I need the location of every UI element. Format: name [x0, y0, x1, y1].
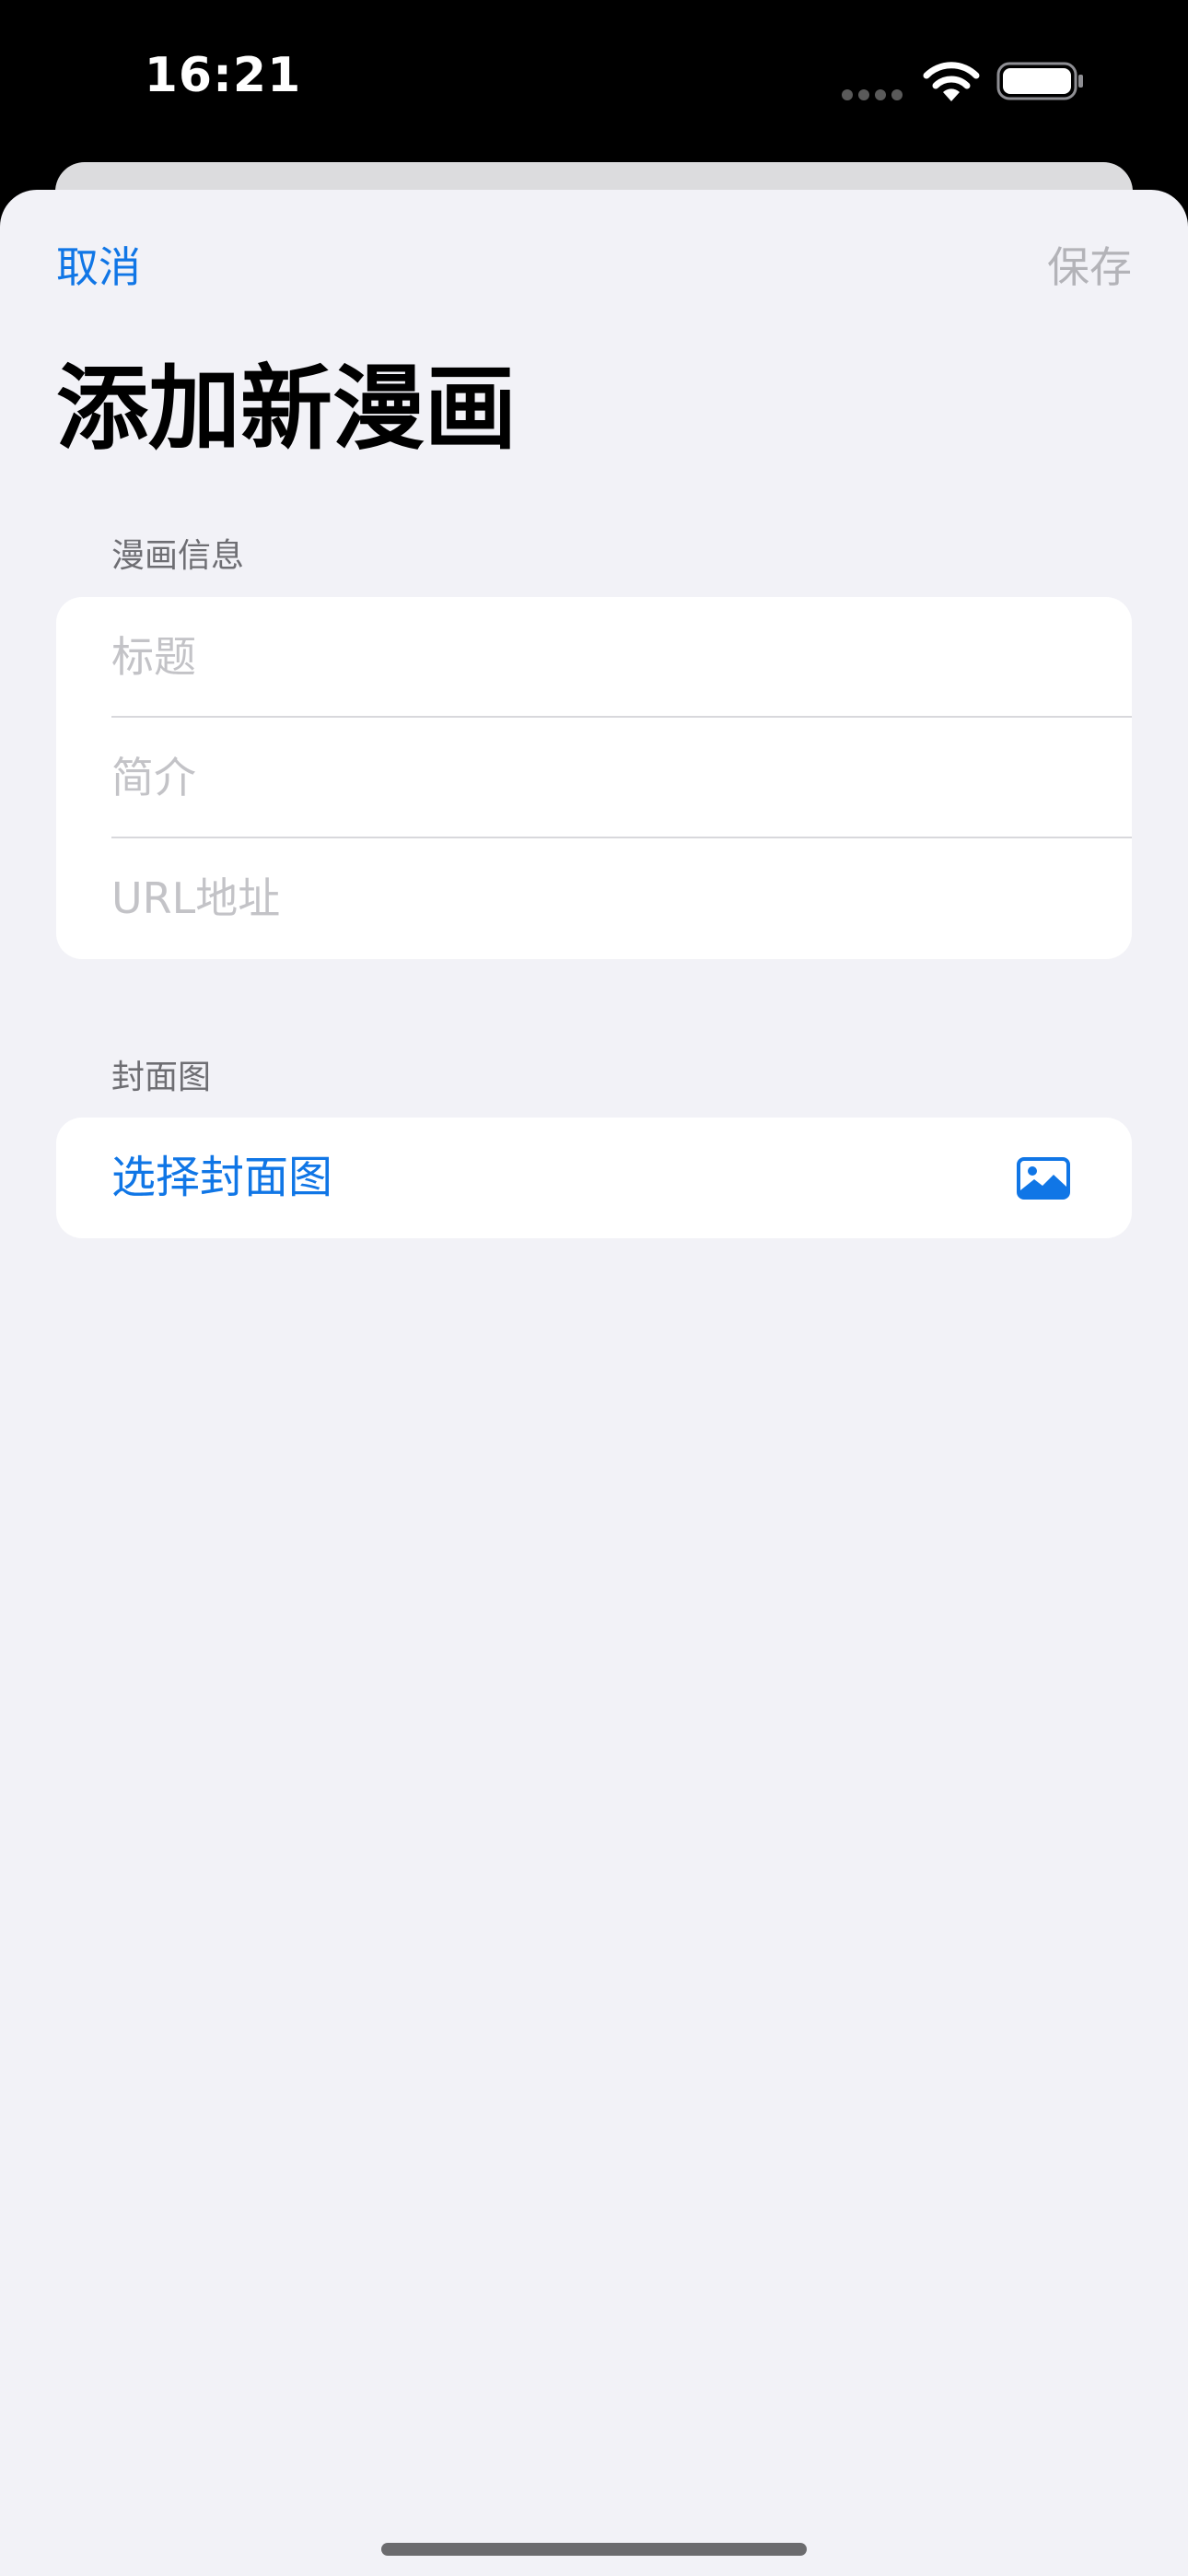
wifi-icon — [923, 62, 980, 101]
description-row[interactable]: 简介 — [56, 718, 1132, 838]
page-title: 添加新漫画 — [56, 355, 517, 463]
section-header-comic-info: 漫画信息 — [111, 537, 245, 575]
cellular-signal-icon — [842, 87, 908, 104]
save-button[interactable]: 保存 — [1047, 238, 1132, 297]
home-indicator[interactable] — [381, 2543, 807, 2556]
url-field[interactable]: URL地址 — [111, 838, 280, 959]
photo-icon — [1017, 1157, 1070, 1200]
choose-cover-button[interactable]: 选择封面图 — [56, 1118, 1132, 1238]
choose-cover-label: 选择封面图 — [111, 1152, 333, 1203]
cancel-button[interactable]: 取消 — [56, 238, 141, 297]
status-time: 16:21 — [144, 48, 302, 103]
battery-icon — [996, 62, 1083, 100]
description-field[interactable]: 简介 — [111, 718, 196, 838]
comic-info-group: 标题 简介 URL地址 — [56, 597, 1132, 959]
title-row[interactable]: 标题 — [56, 597, 1132, 718]
section-header-cover: 封面图 — [111, 1059, 212, 1096]
add-comic-sheet: 取消 保存 添加新漫画 漫画信息 标题 简介 URL地址 封面图 选择封面图 — [0, 190, 1188, 2576]
cover-group: 选择封面图 — [56, 1118, 1132, 1238]
url-row[interactable]: URL地址 — [56, 838, 1132, 959]
status-bar: 16:21 — [0, 0, 1188, 161]
title-field[interactable]: 标题 — [111, 597, 196, 718]
